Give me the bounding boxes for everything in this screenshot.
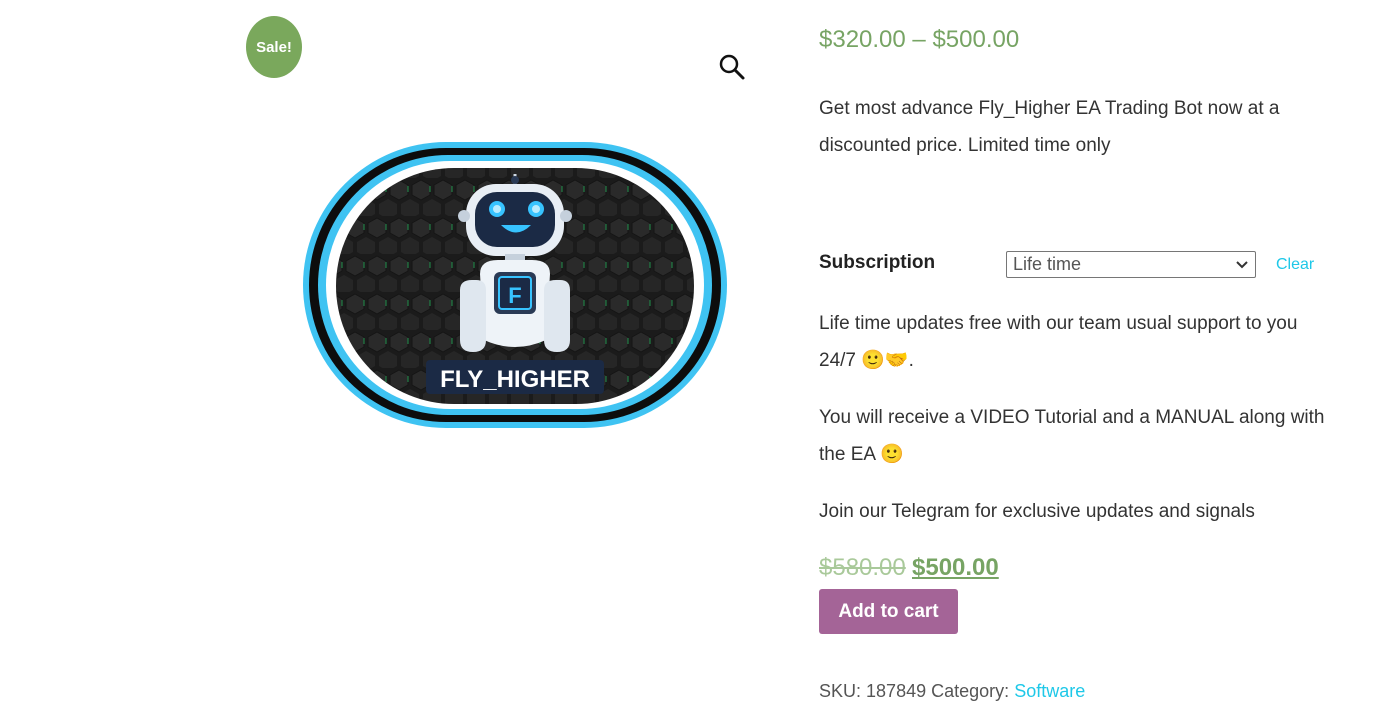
chevron-down-icon	[1236, 260, 1248, 268]
add-to-cart-button[interactable]: Add to cart	[819, 589, 958, 634]
variation-description-3: Join our Telegram for exclusive updates …	[819, 501, 1255, 522]
old-price: $580.00	[819, 554, 906, 581]
price-range: $320.00 – $500.00	[819, 26, 1020, 53]
short-description: Get most advance Fly_Higher EA Trading B…	[819, 98, 1280, 156]
subscription-select[interactable]: Life time	[1006, 251, 1256, 278]
svg-text:F: F	[508, 283, 521, 308]
product-meta: SKU: 187849 Category: Software	[819, 681, 1085, 702]
variation-description-2: You will receive a VIDEO Tutorial and a …	[819, 407, 1325, 465]
sale-badge: Sale!	[246, 16, 302, 78]
magnifier-icon[interactable]	[718, 53, 746, 81]
subscription-label: Subscription	[819, 252, 936, 273]
category-label: Category:	[931, 681, 1010, 701]
clear-link[interactable]: Clear	[1276, 256, 1314, 274]
category-link[interactable]: Software	[1014, 681, 1085, 701]
subscription-selected-value: Life time	[1013, 254, 1082, 274]
sku-label: SKU:	[819, 681, 862, 701]
variation-description-1: Life time updates free with our team usu…	[819, 313, 1298, 371]
sku-value: 187849	[866, 681, 927, 701]
product-image[interactable]: F FLY_HIGHER	[300, 140, 730, 430]
logo-text: FLY_HIGHER	[440, 366, 590, 393]
sale-price: $500.00	[912, 554, 999, 581]
